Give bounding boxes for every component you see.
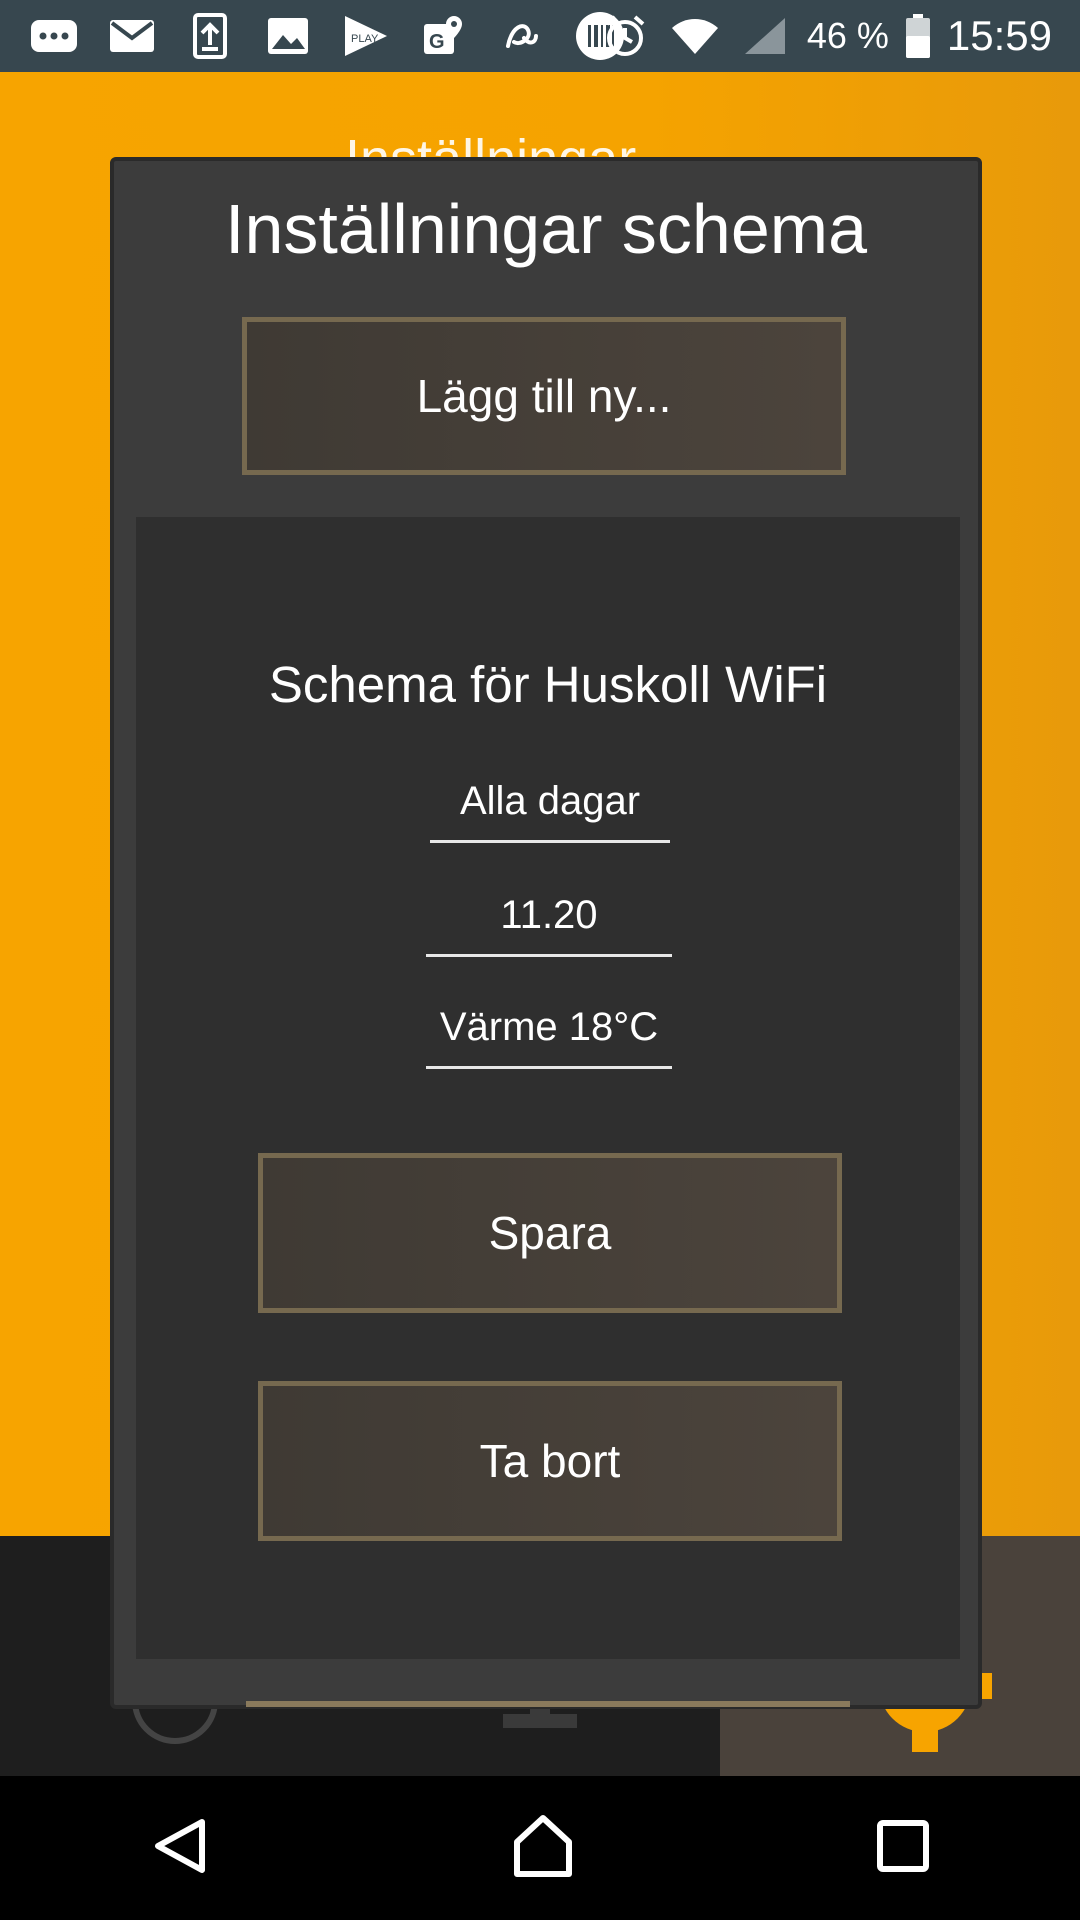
wifi-icon xyxy=(667,13,723,59)
back-button[interactable] xyxy=(150,1816,210,1881)
add-new-button[interactable]: Lägg till ny... xyxy=(242,317,846,475)
signal-icon xyxy=(737,13,793,59)
schedule-panel: Schema för Huskoll WiFi Alla dagar 11.20… xyxy=(136,517,960,1659)
clock: 15:59 xyxy=(946,12,1052,59)
status-bar: PLAY G 46 % 15:59 xyxy=(0,0,1080,72)
delete-button[interactable]: Ta bort xyxy=(258,1381,842,1541)
schedule-settings-dialog: Inställningar schema Lägg till ny... Sch… xyxy=(110,157,982,1709)
app-icon xyxy=(494,13,550,59)
image-icon xyxy=(260,13,316,59)
home-icon xyxy=(513,1814,572,1877)
schedule-heading: Schema för Huskoll WiFi xyxy=(268,656,828,713)
play-store-icon: PLAY xyxy=(338,13,394,59)
recents-button[interactable] xyxy=(876,1819,930,1878)
back-icon xyxy=(155,1818,206,1873)
svg-text:PLAY: PLAY xyxy=(351,33,379,45)
mail-icon xyxy=(104,13,160,59)
recents-icon xyxy=(876,1819,929,1872)
mode-select[interactable]: Värme 18°C xyxy=(426,1005,672,1069)
svg-text:G: G xyxy=(429,31,445,53)
alarm-icon xyxy=(597,13,653,59)
chat-icon xyxy=(26,13,82,59)
days-select[interactable]: Alla dagar xyxy=(430,779,670,843)
battery-percent: 46 % xyxy=(806,15,889,56)
dialog-title: Inställningar schema xyxy=(225,190,867,268)
maps-icon: G xyxy=(416,13,472,59)
next-item-edge xyxy=(246,1701,850,1707)
battery-icon xyxy=(903,13,933,59)
upload-icon xyxy=(182,13,238,59)
system-navigation-bar xyxy=(0,1776,1080,1920)
time-field[interactable]: 11.20 xyxy=(426,893,672,957)
home-button[interactable] xyxy=(511,1814,575,1883)
save-button[interactable]: Spara xyxy=(258,1153,842,1313)
